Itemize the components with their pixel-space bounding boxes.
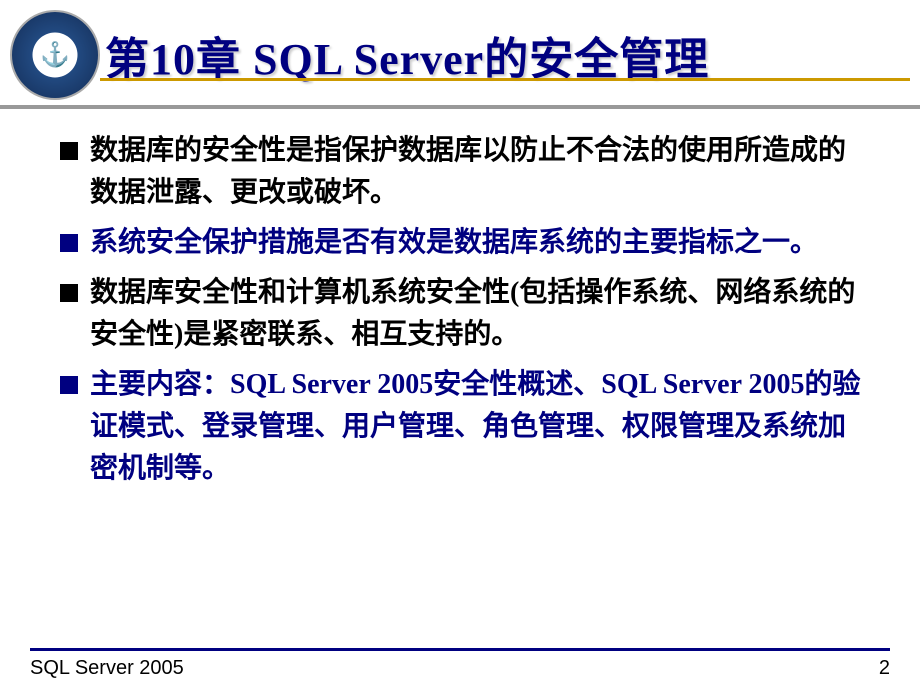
university-logo [10,10,100,100]
bullet-text-3: 数据库安全性和计算机系统安全性(包括操作系统、网络系统的安全性)是紧密联系、相互… [90,272,870,356]
bullet-square-icon [60,284,78,302]
footer-text: SQL Server 2005 [30,657,184,680]
bullet-square-icon [60,376,78,394]
bullet-text-4: 主要内容：SQL Server 2005安全性概述、SQL Server 200… [90,364,870,490]
bullet-item-4: 主要内容：SQL Server 2005安全性概述、SQL Server 200… [60,364,870,490]
bullet-square-icon [60,234,78,252]
bullet-item-1: 数据库的安全性是指保护数据库以防止不合法的使用所造成的数据泄露、更改或破坏。 [60,130,870,214]
bullet-square-icon [60,142,78,160]
title-underline [100,78,910,81]
slide-content: 数据库的安全性是指保护数据库以防止不合法的使用所造成的数据泄露、更改或破坏。 系… [0,100,920,490]
bullet-text-1: 数据库的安全性是指保护数据库以防止不合法的使用所造成的数据泄露、更改或破坏。 [90,130,870,214]
bullet-content: ：SQL Server 2005安全性概述、SQL Server 2005的验证… [90,369,861,484]
bullet-text-2: 系统安全保护措施是否有效是数据库系统的主要指标之一。 [90,222,818,264]
bullet-label: 主要内容 [90,369,202,400]
bullet-item-3: 数据库安全性和计算机系统安全性(包括操作系统、网络系统的安全性)是紧密联系、相互… [60,272,870,356]
bullet-item-2: 系统安全保护措施是否有效是数据库系统的主要指标之一。 [60,222,870,264]
slide-header: 第10章 SQL Server的安全管理 [0,0,920,100]
header-divider [0,105,920,109]
slide-footer: SQL Server 2005 2 [0,652,920,690]
page-number: 2 [879,657,890,680]
footer-divider [30,648,890,651]
